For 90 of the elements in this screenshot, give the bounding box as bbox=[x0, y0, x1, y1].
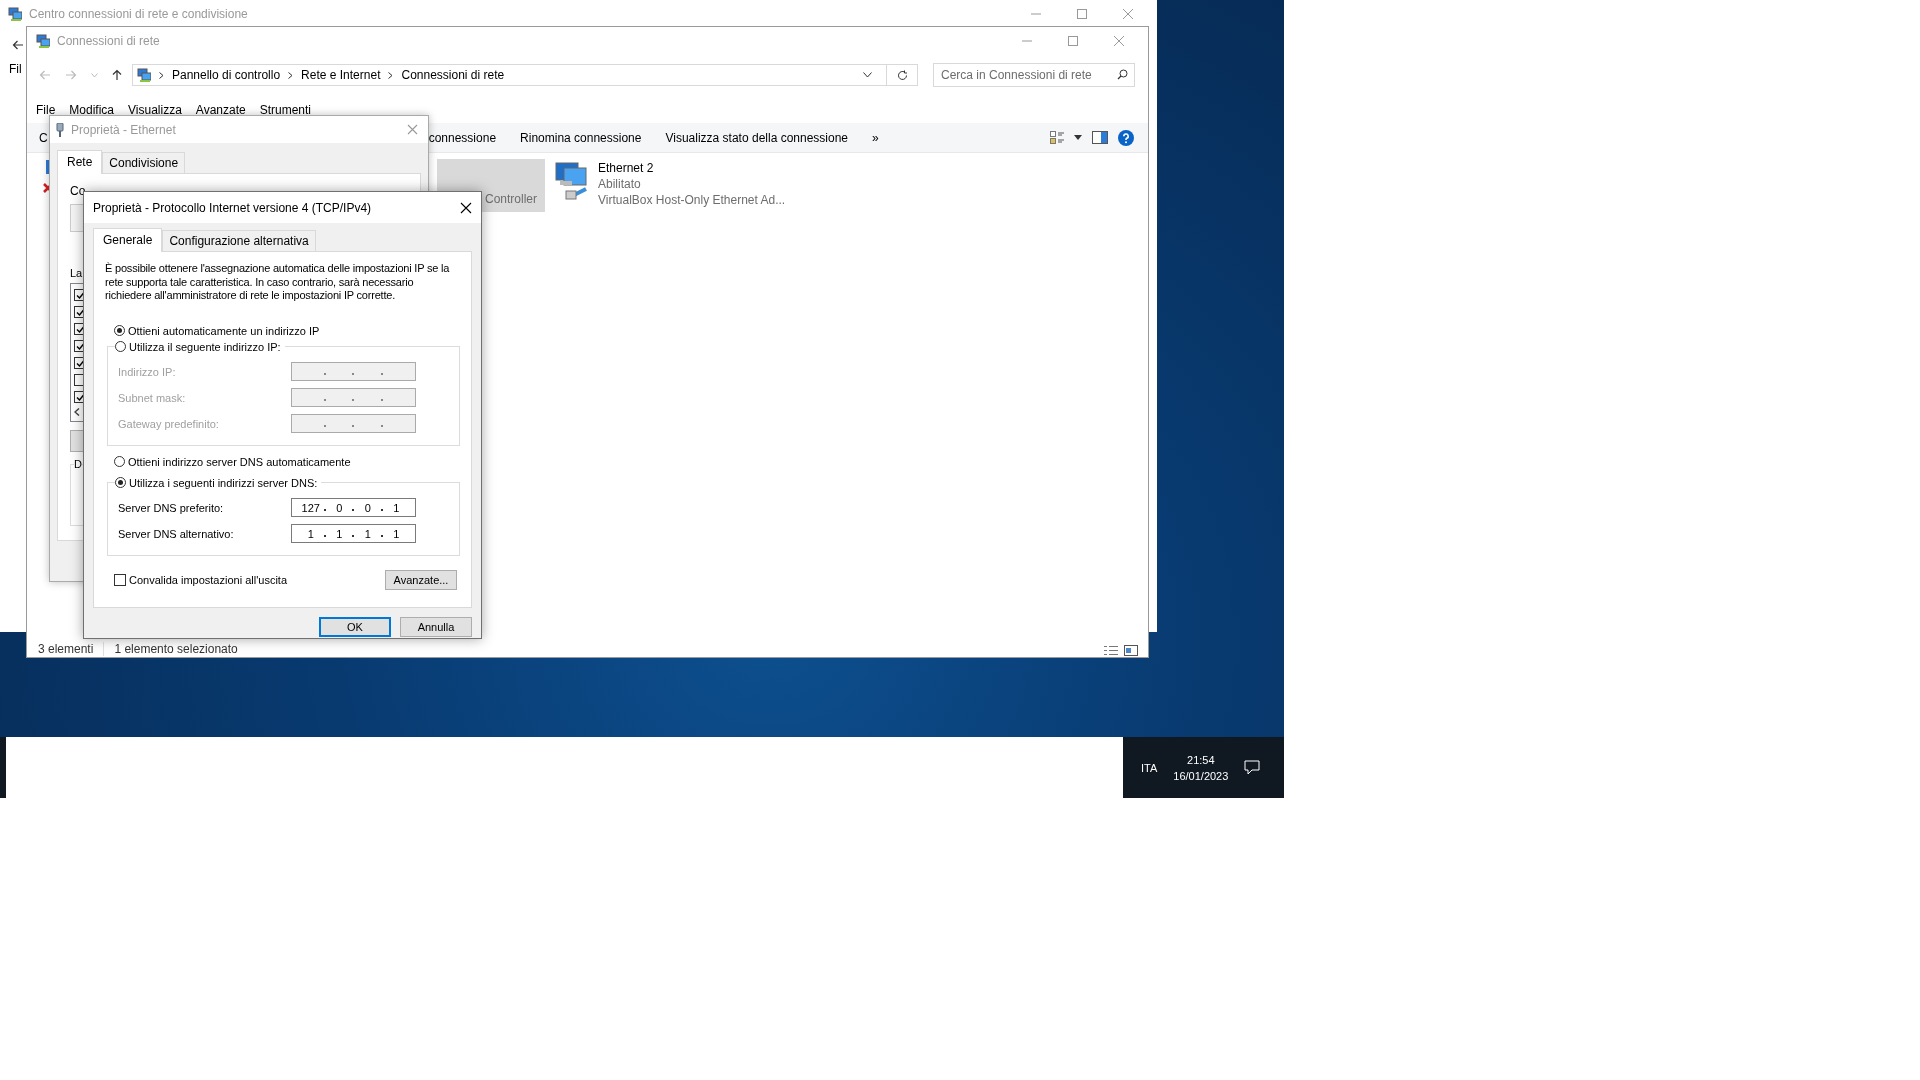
octet: 1 bbox=[335, 527, 344, 540]
network-icon bbox=[137, 68, 151, 82]
address-bar[interactable]: Pannello di controllo Rete e Internet Connessioni di rete bbox=[132, 64, 887, 86]
window-title: Centro connessioni di rete e condivisione bbox=[29, 7, 249, 21]
menu-item[interactable]: Avanzate bbox=[195, 103, 246, 117]
radio-label: Ottieni automaticamente un indirizzo IP bbox=[128, 324, 320, 337]
chevron-right-icon bbox=[388, 71, 394, 79]
back-arrow-icon[interactable] bbox=[12, 40, 24, 50]
checkbox-label: Convalida impostazioni all'uscita bbox=[129, 573, 287, 586]
command-button[interactable]: C bbox=[39, 130, 48, 145]
field-label: Indirizzo IP: bbox=[118, 365, 177, 378]
chevron-right-icon bbox=[288, 71, 294, 79]
ip-address-field[interactable]: 127 0 0 1 bbox=[291, 498, 416, 517]
preview-pane-icon[interactable] bbox=[1092, 131, 1108, 144]
radio-label: Ottieni indirizzo server DNS automaticamente bbox=[128, 455, 351, 468]
menu-item[interactable]: Visualizza bbox=[128, 103, 182, 117]
connection-status: Abilitato bbox=[598, 177, 642, 191]
menu-item[interactable]: Strumenti bbox=[259, 103, 312, 117]
octet: 0 bbox=[335, 501, 344, 514]
help-icon[interactable] bbox=[1118, 129, 1134, 146]
ethernet-plug-icon bbox=[56, 122, 64, 137]
window-title: Connessioni di rete bbox=[57, 34, 161, 48]
tab[interactable]: Generale bbox=[93, 228, 163, 252]
ip-address-field[interactable]: 1 1 1 1 bbox=[291, 524, 416, 543]
search-icon[interactable] bbox=[1117, 69, 1128, 80]
cancel-button[interactable]: Annulla bbox=[400, 617, 472, 637]
refresh-icon bbox=[896, 69, 908, 81]
up-arrow-icon[interactable] bbox=[112, 69, 122, 81]
radio-button[interactable] bbox=[114, 325, 125, 336]
octet: 127 bbox=[300, 501, 321, 514]
maximize-icon[interactable] bbox=[1067, 35, 1079, 47]
breadcrumb[interactable]: Rete e Internet bbox=[301, 68, 381, 82]
radio-label: Utilizza il seguente indirizzo IP: bbox=[129, 340, 281, 353]
taskbar-edge bbox=[0, 737, 6, 798]
field-label: Subnet mask: bbox=[118, 391, 187, 404]
notification-icon[interactable] bbox=[1244, 760, 1261, 775]
network-icon bbox=[36, 34, 50, 48]
tab[interactable]: Configurazione alternativa bbox=[162, 230, 316, 251]
menu-item[interactable]: File bbox=[36, 103, 56, 117]
menu-item[interactable]: Fil bbox=[9, 62, 22, 76]
clock-time[interactable]: 21:54 bbox=[1187, 753, 1215, 766]
group-label: D bbox=[74, 458, 82, 470]
octet: 0 bbox=[363, 501, 372, 514]
field-label: Gateway predefinito: bbox=[118, 417, 220, 430]
refresh-button[interactable] bbox=[887, 64, 918, 86]
chevron-down-icon[interactable] bbox=[863, 72, 872, 78]
command-button[interactable]: Rinomina connessione bbox=[520, 130, 642, 145]
connection-item[interactable]: Ethernet 2 Abilitato VirtualBox Host-Only Ethernet Ad... bbox=[552, 159, 786, 207]
command-button[interactable]: Visualizza stato della connessione bbox=[665, 130, 849, 145]
details-view-icon[interactable] bbox=[1104, 645, 1118, 656]
connection-name: Ethernet 2 bbox=[598, 161, 655, 175]
radio-button[interactable] bbox=[115, 477, 126, 488]
search-field[interactable]: Cerca in Connessioni di rete bbox=[933, 63, 1135, 87]
clock-date[interactable]: 16/01/2023 bbox=[1173, 769, 1229, 782]
octet: 1 bbox=[392, 527, 401, 540]
description-text: È possibile ottenere l'assegnazione automatica delle impostazioni IP se la rete supporta tale caratteristica. In caso contrario, sarà necessario richiedere all'amministratore di rete le impostazioni IP corrette. bbox=[105, 262, 451, 303]
tab[interactable]: Rete bbox=[57, 150, 103, 174]
command-button[interactable]: connessione bbox=[428, 130, 497, 145]
selection-count: 1 elemento selezionato bbox=[114, 642, 238, 656]
menu-item[interactable]: Modifica bbox=[69, 103, 115, 117]
connection-device: VirtualBox Host-Only Ethernet Ad... bbox=[598, 193, 786, 207]
checkbox[interactable] bbox=[114, 573, 126, 586]
close-icon[interactable] bbox=[460, 201, 472, 214]
chevron-right-icon bbox=[159, 71, 164, 79]
breadcrumb[interactable]: Pannello di controllo bbox=[172, 68, 281, 82]
breadcrumb[interactable]: Connessioni di rete bbox=[401, 68, 505, 82]
language-indicator[interactable]: ITA bbox=[1141, 761, 1158, 774]
field-label: Server DNS alternativo: bbox=[118, 527, 235, 540]
dialog-title: Proprietà - Protocollo Internet versione 4 (TCP/IPv4) bbox=[93, 200, 373, 215]
dropdown-caret-icon[interactable] bbox=[1074, 135, 1082, 140]
tab[interactable]: Condivisione bbox=[102, 152, 186, 173]
advanced-button[interactable]: Avanzate... bbox=[385, 569, 457, 590]
view-options-icon[interactable] bbox=[1050, 131, 1064, 144]
item-count: 3 elementi bbox=[38, 642, 94, 656]
ok-button[interactable]: OK bbox=[319, 617, 391, 637]
list-label: La bbox=[70, 267, 83, 279]
dialog-title: Proprietà - Ethernet bbox=[71, 122, 177, 137]
more-button[interactable]: » bbox=[872, 130, 879, 145]
scroll-left-icon[interactable] bbox=[74, 408, 80, 416]
connection-device: Controller bbox=[484, 192, 537, 206]
radio-label: Utilizza i seguenti indirizzi server DNS: bbox=[129, 476, 318, 489]
octet: 1 bbox=[392, 501, 401, 514]
network-icon bbox=[8, 7, 22, 21]
radio-button[interactable] bbox=[115, 341, 126, 352]
maximize-icon[interactable] bbox=[1076, 8, 1088, 20]
tiles-view-icon[interactable] bbox=[1124, 645, 1138, 656]
octet: 1 bbox=[306, 527, 315, 540]
octet: 1 bbox=[363, 527, 372, 540]
field-label: Server DNS preferito: bbox=[118, 501, 225, 514]
radio-button[interactable] bbox=[114, 456, 125, 467]
